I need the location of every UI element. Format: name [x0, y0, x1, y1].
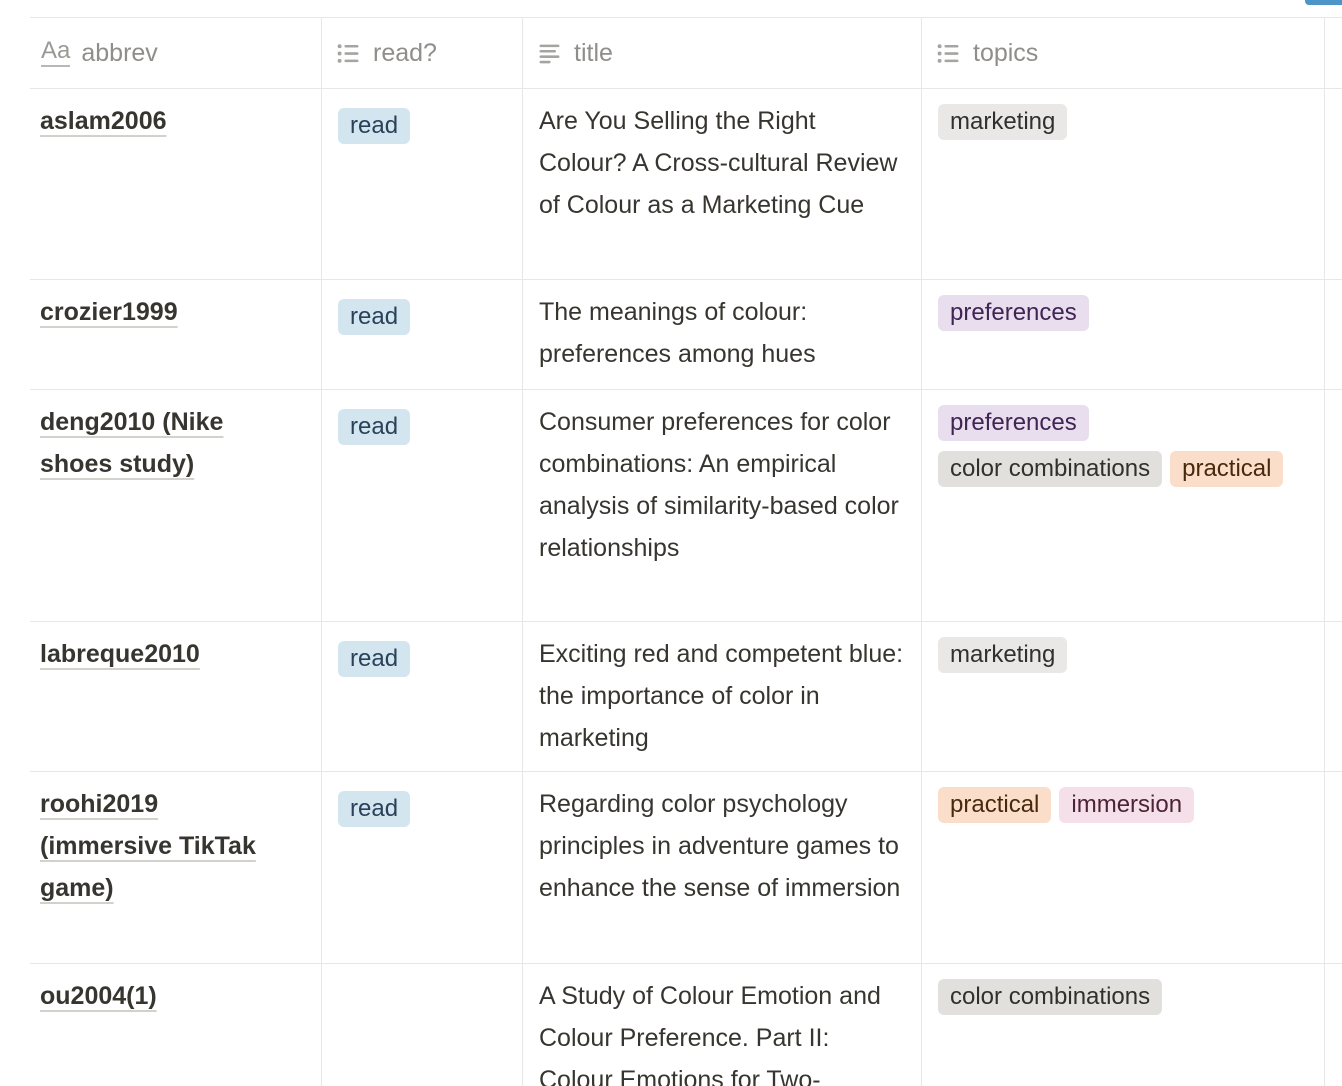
topic-tag: preferences [938, 405, 1089, 441]
abbrev-page-link[interactable]: aslam2006 [40, 107, 167, 135]
select-property-icon [335, 40, 362, 67]
column-header-label: read? [373, 39, 437, 68]
title-cell[interactable]: Consumer preferences for color combinati… [523, 390, 922, 621]
title-cell[interactable]: Regarding color psychology principles in… [523, 772, 922, 963]
title-property-icon: Aa [41, 39, 70, 67]
read-tag: read [338, 791, 410, 827]
read-cell[interactable] [322, 964, 523, 1086]
abbrev-page-link[interactable]: labreque2010 [40, 640, 200, 668]
extra-cell [1325, 89, 1342, 279]
table-row: deng2010 (Nike shoes study) read Consume… [30, 390, 1342, 622]
table-body: aslam2006 read Are You Selling the Right… [30, 89, 1342, 1086]
read-tag: read [338, 409, 410, 445]
title-cell[interactable]: The meanings of colour: preferences amon… [523, 280, 922, 389]
database-table: Aa abbrev read? [30, 17, 1342, 1086]
abbrev-cell[interactable]: ou2004(1) [30, 964, 322, 1086]
abbrev-cell[interactable]: roohi2019 (immersive TikTak game) [30, 772, 322, 963]
read-cell[interactable]: read [322, 390, 523, 621]
column-header-title[interactable]: title [523, 18, 922, 88]
extra-cell [1325, 772, 1342, 963]
topics-cell[interactable]: practicalimmersion [922, 772, 1325, 963]
column-header-extra [1325, 18, 1342, 88]
title-text: The meanings of colour: preferences amon… [539, 298, 816, 368]
header-row: Aa abbrev read? [30, 18, 1342, 89]
text-property-icon [536, 40, 563, 67]
topic-tag: color combinations [938, 451, 1162, 487]
abbrev-page-link[interactable]: roohi2019 (immersive TikTak game) [40, 790, 256, 902]
topics-cell[interactable]: preferences [922, 280, 1325, 389]
table-row: crozier1999 read The meanings of colour:… [30, 280, 1342, 390]
abbrev-cell[interactable]: labreque2010 [30, 622, 322, 771]
read-tag: read [338, 108, 410, 144]
topic-tag: practical [1170, 451, 1283, 487]
table-row: labreque2010 read Exciting red and compe… [30, 622, 1342, 772]
table-row: aslam2006 read Are You Selling the Right… [30, 89, 1342, 280]
read-cell[interactable]: read [322, 280, 523, 389]
topics-tag-group: preferences color combinationspractical [938, 405, 1308, 487]
topics-tag-group: color combinations [938, 979, 1308, 1015]
topics-tag-group: marketing [938, 104, 1308, 140]
abbrev-page-link[interactable]: crozier1999 [40, 298, 178, 326]
topics-cell[interactable]: marketing [922, 89, 1325, 279]
topics-tag-group: practicalimmersion [938, 787, 1308, 823]
abbrev-page-link[interactable]: deng2010 (Nike shoes study) [40, 408, 223, 478]
read-cell[interactable]: read [322, 622, 523, 771]
abbrev-cell[interactable]: aslam2006 [30, 89, 322, 279]
topic-tag: preferences [938, 295, 1089, 331]
read-tag: read [338, 641, 410, 677]
table-header: Aa abbrev read? [30, 18, 1342, 89]
database-table-view: Aa abbrev read? [0, 0, 1342, 1086]
topic-tag: immersion [1059, 787, 1194, 823]
title-text: Consumer preferences for color combinati… [539, 408, 899, 562]
table-row: ou2004(1) A Study of Colour Emotion and … [30, 964, 1342, 1086]
topics-cell[interactable]: preferences color combinationspractical [922, 390, 1325, 621]
column-header-label: topics [973, 39, 1038, 68]
title-cell[interactable]: Exciting red and competent blue: the imp… [523, 622, 922, 771]
column-header-label: abbrev [81, 39, 157, 68]
title-cell[interactable]: Are You Selling the Right Colour? A Cros… [523, 89, 922, 279]
title-text: A Study of Colour Emotion and Colour Pre… [539, 982, 881, 1086]
read-cell[interactable]: read [322, 89, 523, 279]
extra-cell [1325, 622, 1342, 771]
topic-tag: practical [938, 787, 1051, 823]
column-header-label: title [574, 39, 613, 68]
topic-tag: marketing [938, 637, 1067, 673]
topics-cell[interactable]: marketing [922, 622, 1325, 771]
column-header-read[interactable]: read? [322, 18, 523, 88]
abbrev-page-link[interactable]: ou2004(1) [40, 982, 157, 1010]
abbrev-cell[interactable]: deng2010 (Nike shoes study) [30, 390, 322, 621]
title-text: Exciting red and competent blue: the imp… [539, 640, 903, 752]
new-button-fragment[interactable] [1305, 0, 1342, 5]
table-row: roohi2019 (immersive TikTak game) read R… [30, 772, 1342, 964]
read-tag: read [338, 299, 410, 335]
column-header-topics[interactable]: topics [922, 18, 1325, 88]
extra-cell [1325, 964, 1342, 1086]
topics-tag-group: preferences [938, 295, 1308, 331]
topics-cell[interactable]: color combinations [922, 964, 1325, 1086]
title-text: Regarding color psychology principles in… [539, 790, 900, 902]
read-cell[interactable]: read [322, 772, 523, 963]
extra-cell [1325, 390, 1342, 621]
topic-tag: marketing [938, 104, 1067, 140]
topic-tag: color combinations [938, 979, 1162, 1015]
title-cell[interactable]: A Study of Colour Emotion and Colour Pre… [523, 964, 922, 1086]
column-header-abbrev[interactable]: Aa abbrev [30, 18, 322, 88]
topics-tag-group: marketing [938, 637, 1308, 673]
title-text: Are You Selling the Right Colour? A Cros… [539, 107, 897, 219]
multi-select-property-icon [935, 40, 962, 67]
abbrev-cell[interactable]: crozier1999 [30, 280, 322, 389]
extra-cell [1325, 280, 1342, 389]
